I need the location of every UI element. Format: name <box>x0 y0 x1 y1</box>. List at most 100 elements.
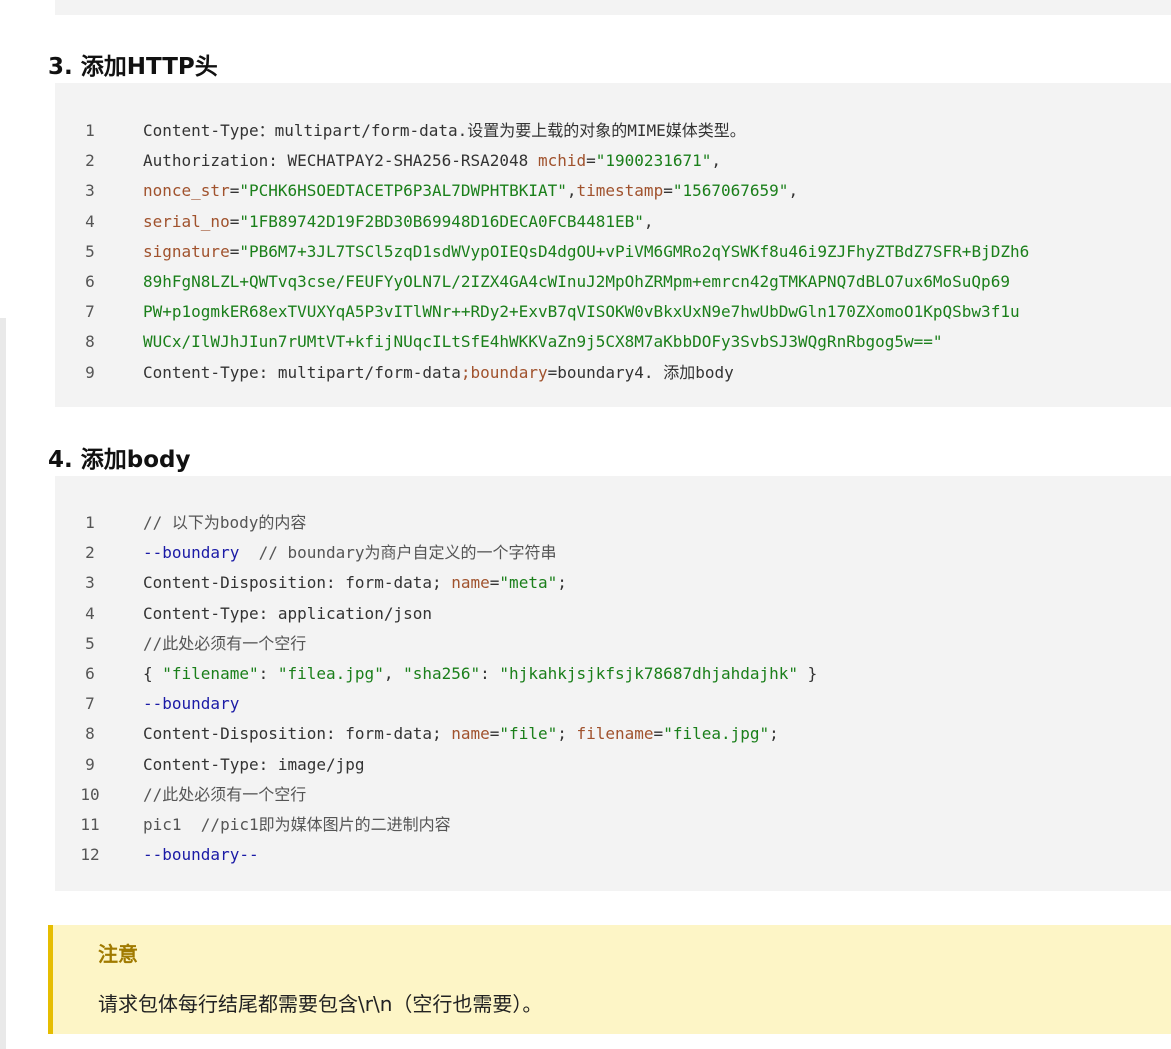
code-text: PW+p1ogmkER68exTVUXYqA5P3vITlWNr++RDy2+E… <box>143 297 1020 327</box>
section-heading-body: 4. 添加body <box>48 447 191 473</box>
code-token: // 以下为body的内容 <box>143 513 307 532</box>
code-text: WUCx/IlWJhJIun7rUMtVT+kfijNUqcILtSfE4hWK… <box>143 327 943 357</box>
line-number: 2 <box>85 543 95 563</box>
code-token: "PB6M7+3JL7TSCl5zqD1sdWVypOIEQsD4dgOU+vP… <box>239 241 1030 261</box>
code-text: Content-Type：multipart/form-data.设置为要上载的… <box>143 116 746 146</box>
line-number: 3 <box>85 573 95 593</box>
code-text: pic1 //pic1即为媒体图片的二进制内容 <box>143 810 451 840</box>
code-text: serial_no="1FB89742D19F2BD30B69948D16DEC… <box>143 207 654 237</box>
code-text: //此处必须有一个空行 <box>143 629 306 659</box>
code-text: { "filename": "filea.jpg", "sha256": "hj… <box>143 659 817 689</box>
code-token: "filename" <box>162 664 259 683</box>
code-token: "1FB89742D19F2BD30B69948D16DECA0FCB4481E… <box>239 211 644 231</box>
code-token: "filea.jpg" <box>663 724 770 744</box>
code-token: =boundary4. 添加body <box>547 362 734 382</box>
line-number: 6 <box>85 664 95 683</box>
code-token: Content-Type: multipart/form-data <box>143 362 461 382</box>
code-token: PW+p1ogmkER68exTVUXYqA5P3vITlWNr++RDy2+E… <box>143 302 1020 322</box>
code-token: "1900231671" <box>595 151 712 171</box>
code-token: //此处必须有一个空行 <box>143 784 307 804</box>
code-token: Content-Disposition: form-data; <box>143 573 452 593</box>
code-text: 89hFgN8LZL+QWTvq3cse/FEUFYyOLN7L/2IZX4GA… <box>143 267 1010 297</box>
code-token: , <box>788 181 799 201</box>
code-token: signature <box>143 241 230 261</box>
code-token: "sha256" <box>403 664 481 683</box>
line-number: 1 <box>85 121 95 140</box>
code-token: "1567067659" <box>672 181 789 201</box>
line-number: 9 <box>85 754 95 774</box>
line-number: 12 <box>80 845 100 865</box>
code-token: = <box>653 724 664 744</box>
code-text: Content-Type: image/jpg <box>143 750 365 780</box>
code-token: mchid <box>537 151 587 171</box>
note-callout: 注意 请求包体每行结尾都需要包含\r\n（空行也需要）。 <box>48 925 1171 1034</box>
code-text: Authorization: WECHATPAY2-SHA256-RSA2048… <box>143 146 721 176</box>
section-heading-http-headers: 3. 添加HTTP头 <box>48 54 218 80</box>
code-token: , <box>566 181 577 201</box>
code-token: timestamp <box>576 181 664 201</box>
code-token: "meta" <box>499 573 558 593</box>
code-token: --boundary <box>143 543 240 563</box>
code-text: // 以下为body的内容 <box>143 508 306 538</box>
code-token: = <box>229 181 240 201</box>
code-token: ; <box>557 573 567 593</box>
line-number: 8 <box>85 332 95 352</box>
code-token: { <box>143 664 163 683</box>
code-text: Content-Disposition: form-data; name="me… <box>143 568 567 598</box>
code-token: = <box>229 241 240 261</box>
code-token: = <box>489 724 500 744</box>
code-token: , <box>643 211 654 231</box>
line-number: 3 <box>85 181 95 201</box>
line-number: 5 <box>85 241 95 261</box>
line-number: 9 <box>85 362 95 382</box>
code-token: 89hFgN8LZL+QWTvq3cse/FEUFYyOLN7L/2IZX4GA… <box>143 272 1010 291</box>
code-token: //此处必须有一个空行 <box>143 633 307 653</box>
line-number: 10 <box>80 784 100 804</box>
code-token: serial_no <box>143 211 230 231</box>
line-number: 4 <box>85 211 95 231</box>
code-token: "file" <box>499 724 558 744</box>
code-text: Content-Type: multipart/form-data;bounda… <box>143 358 734 388</box>
code-token: = <box>229 211 240 231</box>
code-text: nonce_str="PCHK6HSOEDTACETP6P3AL7DWPHTBK… <box>143 176 798 206</box>
code-text: --boundary // boundary为商户自定义的一个字符串 <box>143 538 557 568</box>
code-token: nonce_str <box>143 181 230 201</box>
code-token: filename <box>576 724 654 744</box>
code-token: ; <box>557 724 577 744</box>
code-text: --boundary-- <box>143 840 259 870</box>
code-token: Content-Type：multipart/form-data.设置为要上载的… <box>143 121 746 140</box>
line-number: 2 <box>85 151 95 171</box>
code-token: = <box>489 573 500 593</box>
code-token: Content-Type: image/jpg <box>143 754 365 774</box>
code-text: Content-Disposition: form-data; name="fi… <box>143 719 779 749</box>
code-token: Content-Type: application/json <box>143 603 432 623</box>
code-block-http-headers: 1 Content-Type：multipart/form-data.设置为要上载… <box>55 83 1171 407</box>
line-number: 7 <box>85 694 95 714</box>
code-token: // boundary为商户自定义的一个字符串 <box>239 543 557 563</box>
code-token: = <box>586 151 596 171</box>
line-number: 7 <box>85 302 95 322</box>
code-token: --boundary <box>143 694 240 714</box>
note-title: 注意 <box>98 942 138 966</box>
code-block-body: 1 // 以下为body的内容 2 --boundary // boundary为商户… <box>55 476 1171 891</box>
code-token: "hjkahkjsjkfsjk78687dhjahdajhk" <box>499 664 799 683</box>
code-token: --boundary-- <box>143 845 259 865</box>
code-token: "PCHK6HSOEDTACETP6P3AL7DWPHTBKIAT" <box>239 181 567 201</box>
code-token: Content-Disposition: form-data; <box>143 724 452 744</box>
line-number: 11 <box>80 815 100 834</box>
code-text: Content-Type: application/json <box>143 599 432 629</box>
code-token: ; <box>769 724 779 744</box>
previous-code-block-tail <box>55 0 1171 15</box>
code-token: name <box>451 573 490 593</box>
line-number: 1 <box>85 513 95 532</box>
code-token: "filea.jpg" <box>277 664 384 683</box>
note-body: 请求包体每行结尾都需要包含\r\n（空行也需要）。 <box>98 992 543 1016</box>
code-token: Authorization: WECHATPAY2-SHA256-RSA2048 <box>143 151 538 171</box>
code-token: WUCx/IlWJhJIun7rUMtVT+kfijNUqcILtSfE4hWK… <box>143 332 943 352</box>
line-number: 5 <box>85 633 95 653</box>
line-number: 4 <box>85 603 95 623</box>
code-token: } <box>798 664 818 683</box>
code-token: , <box>383 664 404 683</box>
code-token: name <box>451 724 490 744</box>
code-token: pic1 //pic1即为媒体图片的二进制内容 <box>143 815 451 834</box>
